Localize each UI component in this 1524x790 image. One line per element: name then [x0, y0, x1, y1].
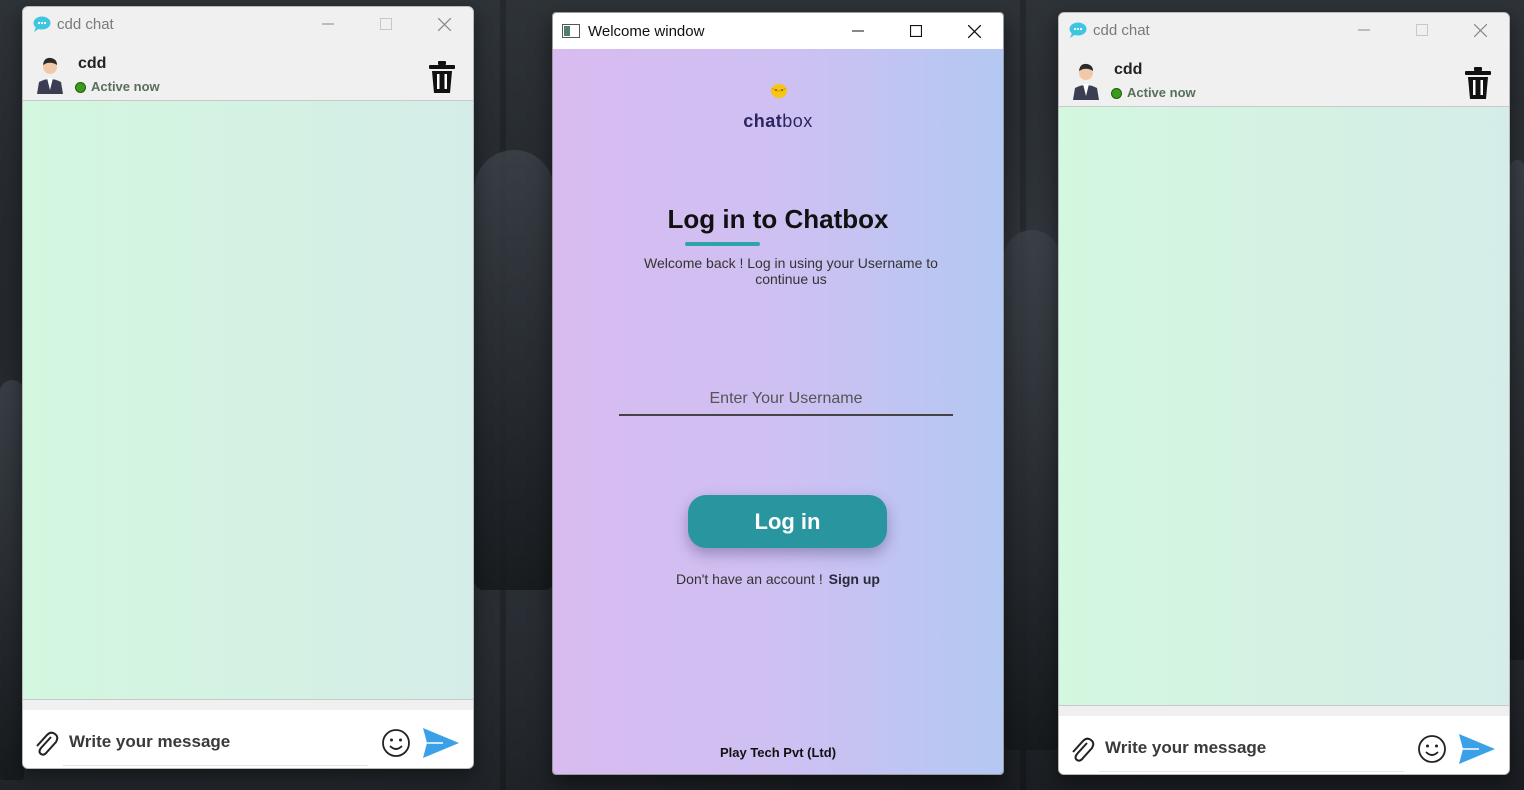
maximize-button[interactable] [1393, 13, 1451, 47]
minimize-icon [322, 23, 334, 25]
page-title: Log in to Chatbox [553, 204, 1003, 235]
window-title: cdd chat [1093, 21, 1150, 39]
footer: Play Tech Pvt (Ltd) [719, 745, 837, 760]
minimize-button[interactable] [299, 7, 357, 41]
message-area[interactable] [23, 100, 473, 700]
send-icon[interactable] [423, 728, 459, 758]
chat-bubble-icon [31, 15, 51, 33]
signup-prompt: Don't have an account ! [676, 571, 823, 587]
avatar[interactable] [1071, 60, 1101, 100]
wallpaper-car [1004, 230, 1060, 750]
avatar[interactable] [35, 54, 65, 94]
paperclip-icon[interactable] [1069, 736, 1095, 764]
status-text: Active now [1127, 85, 1196, 100]
smiley-icon[interactable] [381, 728, 411, 758]
chat-window-right: cdd chat cdd Active now [1058, 12, 1510, 775]
close-button[interactable] [1451, 13, 1509, 47]
composer-divider [63, 765, 368, 766]
message-composer [23, 710, 473, 768]
trash-icon[interactable] [429, 61, 455, 93]
brand-bold: chat [743, 111, 783, 131]
chat-window-left: cdd chat cdd Active now [22, 6, 474, 769]
wallpaper-car [474, 150, 554, 590]
minimize-icon [852, 30, 864, 32]
title-bar[interactable]: Welcome window [553, 13, 1003, 49]
maximize-button[interactable] [887, 13, 945, 49]
smiley-icon[interactable] [1417, 734, 1447, 764]
message-area[interactable] [1059, 106, 1509, 706]
paperclip-icon[interactable] [33, 730, 59, 758]
wallpaper-car [0, 380, 24, 780]
close-button[interactable] [945, 13, 1003, 49]
close-icon [967, 24, 981, 38]
window-icon [562, 24, 580, 38]
brand-light: box [782, 111, 813, 131]
chat-bubble-icon [1067, 21, 1087, 39]
chat-header: cdd Active now [1059, 47, 1509, 111]
subtitle: Welcome back ! Log in using your Usernam… [644, 255, 938, 287]
username-input[interactable] [619, 384, 953, 416]
title-bar[interactable]: cdd chat [23, 7, 473, 41]
login-button[interactable]: Log in [688, 495, 887, 548]
wallpaper-car [1510, 160, 1524, 660]
welcome-window: Welcome window chatbox Log in to Chatbox… [552, 12, 1004, 775]
minimize-button[interactable] [1335, 13, 1393, 47]
maximize-button[interactable] [357, 7, 415, 41]
brand-logotype: chatbox [553, 111, 1003, 132]
maximize-icon [1416, 24, 1428, 36]
trash-icon[interactable] [1465, 67, 1491, 99]
message-input[interactable] [69, 728, 369, 756]
welcome-body: chatbox Log in to Chatbox Welcome back !… [553, 49, 1003, 774]
chat-header: cdd Active now [23, 41, 473, 105]
window-title: Welcome window [588, 22, 705, 40]
signup-row: Don't have an account ! Sign up [553, 571, 1003, 587]
contact-name: cdd [78, 55, 107, 72]
chatbox-logo-icon [769, 82, 789, 100]
minimize-button[interactable] [829, 13, 887, 49]
message-composer [1059, 716, 1509, 774]
signup-link[interactable]: Sign up [829, 571, 880, 587]
message-input[interactable] [1105, 734, 1405, 762]
close-icon [1473, 23, 1487, 37]
heading-emphasis: Log in [667, 204, 746, 234]
minimize-icon [1358, 29, 1370, 31]
heading-rest: to Chatbox [745, 204, 889, 234]
status-text: Active now [91, 79, 160, 94]
maximize-icon [380, 18, 392, 30]
send-icon[interactable] [1459, 734, 1495, 764]
heading-underline [685, 242, 760, 246]
composer-divider [1099, 771, 1404, 772]
close-icon [437, 17, 451, 31]
status-dot [75, 82, 86, 93]
contact-name: cdd [1114, 61, 1143, 78]
window-title: cdd chat [57, 15, 114, 33]
maximize-icon [910, 25, 922, 37]
title-bar[interactable]: cdd chat [1059, 13, 1509, 47]
status-dot [1111, 88, 1122, 99]
close-button[interactable] [415, 7, 473, 41]
